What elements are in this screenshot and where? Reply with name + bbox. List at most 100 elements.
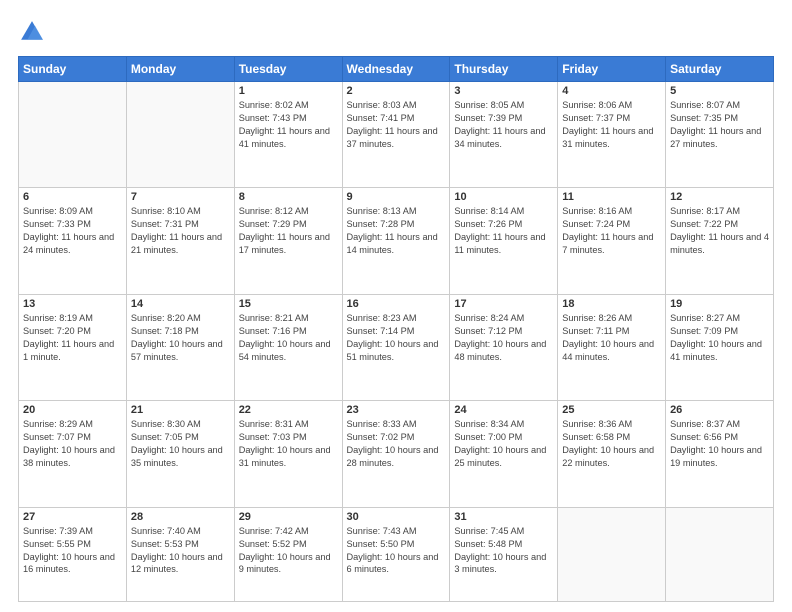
calendar-table: SundayMondayTuesdayWednesdayThursdayFrid… [18,56,774,602]
calendar-cell: 28 Sunrise: 7:40 AMSunset: 5:53 PMDayligh… [126,507,234,601]
page-header [18,18,774,46]
calendar-cell [558,507,666,601]
day-number: 11 [562,191,661,203]
day-number: 20 [23,404,122,416]
calendar-cell: 13 Sunrise: 8:19 AMSunset: 7:20 PMDayligh… [19,294,127,400]
calendar-cell: 12 Sunrise: 8:17 AMSunset: 7:22 PMDayligh… [666,188,774,294]
day-info: Sunrise: 8:36 AMSunset: 6:58 PMDaylight:… [562,418,661,470]
day-number: 17 [454,298,553,310]
day-info: Sunrise: 8:30 AMSunset: 7:05 PMDaylight:… [131,418,230,470]
calendar-cell: 11 Sunrise: 8:16 AMSunset: 7:24 PMDayligh… [558,188,666,294]
calendar-cell: 4 Sunrise: 8:06 AMSunset: 7:37 PMDaylight… [558,82,666,188]
calendar-cell: 19 Sunrise: 8:27 AMSunset: 7:09 PMDayligh… [666,294,774,400]
day-number: 18 [562,298,661,310]
day-number: 14 [131,298,230,310]
weekday-header-thursday: Thursday [450,57,558,82]
day-number: 25 [562,404,661,416]
calendar-cell: 18 Sunrise: 8:26 AMSunset: 7:11 PMDayligh… [558,294,666,400]
calendar-cell: 21 Sunrise: 8:30 AMSunset: 7:05 PMDayligh… [126,401,234,507]
day-number: 15 [239,298,338,310]
day-info: Sunrise: 7:45 AMSunset: 5:48 PMDaylight:… [454,525,553,577]
day-info: Sunrise: 8:31 AMSunset: 7:03 PMDaylight:… [239,418,338,470]
day-info: Sunrise: 8:02 AMSunset: 7:43 PMDaylight:… [239,99,338,151]
calendar-cell: 25 Sunrise: 8:36 AMSunset: 6:58 PMDayligh… [558,401,666,507]
day-info: Sunrise: 8:13 AMSunset: 7:28 PMDaylight:… [347,205,446,257]
day-number: 4 [562,85,661,97]
calendar-cell: 14 Sunrise: 8:20 AMSunset: 7:18 PMDayligh… [126,294,234,400]
day-info: Sunrise: 8:09 AMSunset: 7:33 PMDaylight:… [23,205,122,257]
day-number: 22 [239,404,338,416]
calendar-week-1: 1 Sunrise: 8:02 AMSunset: 7:43 PMDaylight… [19,82,774,188]
day-number: 6 [23,191,122,203]
day-info: Sunrise: 8:06 AMSunset: 7:37 PMDaylight:… [562,99,661,151]
day-info: Sunrise: 7:42 AMSunset: 5:52 PMDaylight:… [239,525,338,577]
day-number: 31 [454,511,553,523]
weekday-header-saturday: Saturday [666,57,774,82]
calendar-cell [666,507,774,601]
day-info: Sunrise: 7:40 AMSunset: 5:53 PMDaylight:… [131,525,230,577]
day-info: Sunrise: 8:20 AMSunset: 7:18 PMDaylight:… [131,312,230,364]
day-info: Sunrise: 8:34 AMSunset: 7:00 PMDaylight:… [454,418,553,470]
day-info: Sunrise: 8:26 AMSunset: 7:11 PMDaylight:… [562,312,661,364]
calendar-cell: 10Sunrise: 8:14 AMSunset: 7:26 PMDayligh… [450,188,558,294]
calendar-cell: 3 Sunrise: 8:05 AMSunset: 7:39 PMDaylight… [450,82,558,188]
day-number: 9 [347,191,446,203]
day-info: Sunrise: 8:27 AMSunset: 7:09 PMDaylight:… [670,312,769,364]
day-number: 13 [23,298,122,310]
calendar-cell: 31 Sunrise: 7:45 AMSunset: 5:48 PMDayligh… [450,507,558,601]
calendar-week-5: 27Sunrise: 7:39 AMSunset: 5:55 PMDayligh… [19,507,774,601]
calendar-week-2: 6 Sunrise: 8:09 AMSunset: 7:33 PMDaylight… [19,188,774,294]
calendar-cell: 1 Sunrise: 8:02 AMSunset: 7:43 PMDaylight… [234,82,342,188]
day-info: Sunrise: 8:07 AMSunset: 7:35 PMDaylight:… [670,99,769,151]
calendar-cell: 22 Sunrise: 8:31 AMSunset: 7:03 PMDayligh… [234,401,342,507]
calendar-cell [126,82,234,188]
day-number: 16 [347,298,446,310]
weekday-header-sunday: Sunday [19,57,127,82]
calendar-cell: 23 Sunrise: 8:33 AMSunset: 7:02 PMDayligh… [342,401,450,507]
day-number: 26 [670,404,769,416]
day-number: 7 [131,191,230,203]
day-number: 1 [239,85,338,97]
day-number: 8 [239,191,338,203]
calendar-cell: 29 Sunrise: 7:42 AMSunset: 5:52 PMDayligh… [234,507,342,601]
day-number: 28 [131,511,230,523]
calendar-cell: 5Sunrise: 8:07 AMSunset: 7:35 PMDaylight… [666,82,774,188]
calendar-cell: 8 Sunrise: 8:12 AMSunset: 7:29 PMDaylight… [234,188,342,294]
weekday-header-row: SundayMondayTuesdayWednesdayThursdayFrid… [19,57,774,82]
calendar-cell: 20 Sunrise: 8:29 AMSunset: 7:07 PMDayligh… [19,401,127,507]
calendar-cell: 30Sunrise: 7:43 AMSunset: 5:50 PMDayligh… [342,507,450,601]
day-number: 21 [131,404,230,416]
calendar-cell: 7 Sunrise: 8:10 AMSunset: 7:31 PMDaylight… [126,188,234,294]
calendar-cell: 17Sunrise: 8:24 AMSunset: 7:12 PMDayligh… [450,294,558,400]
day-info: Sunrise: 8:17 AMSunset: 7:22 PMDaylight:… [670,205,769,257]
day-info: Sunrise: 8:29 AMSunset: 7:07 PMDaylight:… [23,418,122,470]
calendar-cell: 9 Sunrise: 8:13 AMSunset: 7:28 PMDaylight… [342,188,450,294]
day-number: 23 [347,404,446,416]
calendar-cell: 15 Sunrise: 8:21 AMSunset: 7:16 PMDayligh… [234,294,342,400]
day-number: 19 [670,298,769,310]
day-info: Sunrise: 8:05 AMSunset: 7:39 PMDaylight:… [454,99,553,151]
day-number: 10 [454,191,553,203]
calendar-cell: 6 Sunrise: 8:09 AMSunset: 7:33 PMDaylight… [19,188,127,294]
day-info: Sunrise: 8:23 AMSunset: 7:14 PMDaylight:… [347,312,446,364]
day-info: Sunrise: 8:37 AMSunset: 6:56 PMDaylight:… [670,418,769,470]
calendar-week-4: 20 Sunrise: 8:29 AMSunset: 7:07 PMDayligh… [19,401,774,507]
day-number: 27 [23,511,122,523]
day-info: Sunrise: 8:33 AMSunset: 7:02 PMDaylight:… [347,418,446,470]
weekday-header-friday: Friday [558,57,666,82]
day-info: Sunrise: 8:12 AMSunset: 7:29 PMDaylight:… [239,205,338,257]
day-info: Sunrise: 8:21 AMSunset: 7:16 PMDaylight:… [239,312,338,364]
logo-icon [18,18,46,46]
weekday-header-tuesday: Tuesday [234,57,342,82]
day-info: Sunrise: 8:03 AMSunset: 7:41 PMDaylight:… [347,99,446,151]
day-number: 29 [239,511,338,523]
day-number: 30 [347,511,446,523]
day-number: 3 [454,85,553,97]
day-info: Sunrise: 8:19 AMSunset: 7:20 PMDaylight:… [23,312,122,364]
day-number: 2 [347,85,446,97]
day-number: 12 [670,191,769,203]
calendar-cell: 27Sunrise: 7:39 AMSunset: 5:55 PMDayligh… [19,507,127,601]
day-info: Sunrise: 8:16 AMSunset: 7:24 PMDaylight:… [562,205,661,257]
day-info: Sunrise: 8:10 AMSunset: 7:31 PMDaylight:… [131,205,230,257]
calendar-cell [19,82,127,188]
